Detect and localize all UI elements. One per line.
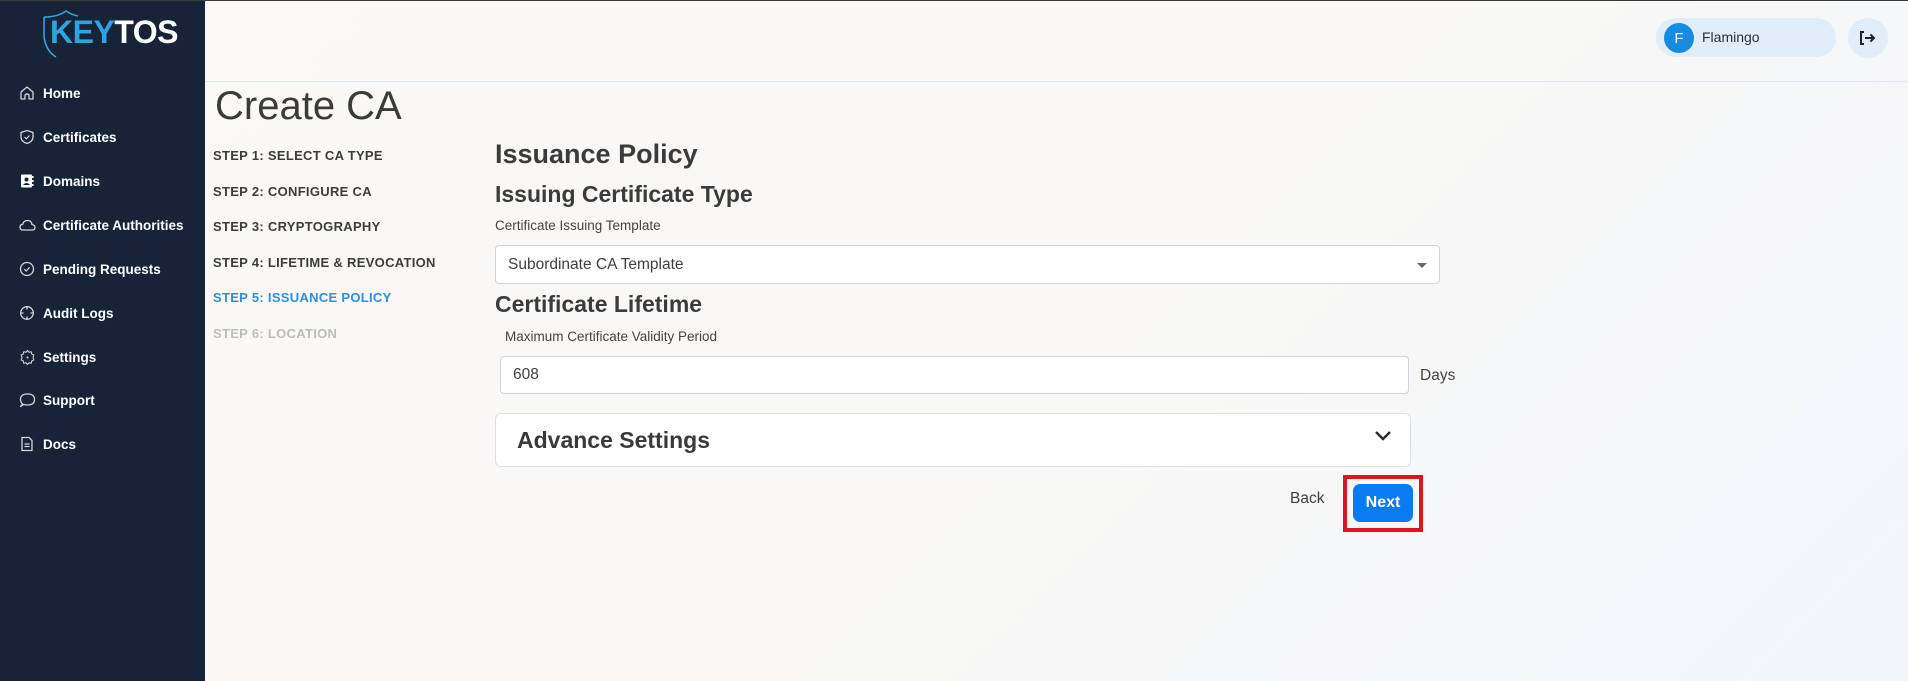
lifetime-heading: Certificate Lifetime [495,291,703,317]
check-circle-icon [18,260,36,278]
advance-settings-title: Advance Settings [517,427,710,453]
logo-key: KEY [50,14,115,50]
logout-icon [1860,31,1876,45]
step-6-disabled: STEP 6: LOCATION [213,326,338,341]
top-header [205,1,1908,82]
sidebar-item-label: Certificate Authorities [43,217,184,233]
sidebar-item-label: Support [43,392,95,408]
sidebar-item-domains[interactable]: Domains [0,161,205,201]
sidebar-item-label: Docs [43,436,77,452]
sidebar-item-docs[interactable]: Docs [0,424,205,464]
back-button[interactable]: Back [1290,490,1324,508]
sidebar-item-home[interactable]: Home [0,73,205,113]
sidebar-item-label: Domains [43,173,101,189]
sidebar-item-pending-requests[interactable]: Pending Requests [0,249,205,289]
page-title: Create CA [215,84,402,128]
sidebar-item-support[interactable]: Support [0,380,205,420]
template-label: Certificate Issuing Template [495,218,661,233]
sidebar-item-certificates[interactable]: Certificates [0,117,205,157]
step-3[interactable]: STEP 3: CRYPTOGRAPHY [213,219,381,234]
logo-tos: TOS [114,14,178,50]
next-button[interactable]: Next [1353,484,1413,522]
step-2[interactable]: STEP 2: CONFIGURE CA [213,184,372,199]
template-select-value: Subordinate CA Template [508,256,684,273]
sidebar-item-certificate-authorities[interactable]: Certificate Authorities [0,205,205,245]
sidebar: KEYTOS Home Certificates Domains Certifi… [0,1,205,681]
sidebar-item-label: Certificates [43,129,117,145]
validity-label: Maximum Certificate Validity Period [505,329,718,344]
sidebar-item-label: Settings [43,349,97,365]
contact-book-icon [18,172,36,190]
user-name: Flamingo [1702,29,1760,45]
advance-settings-accordion[interactable]: Advance Settings [495,413,1411,467]
cloud-icon [18,216,36,234]
sidebar-item-label: Pending Requests [43,261,161,277]
sidebar-item-settings[interactable]: Settings [0,337,205,377]
issuing-type-heading: Issuing Certificate Type [495,181,753,207]
step-5-active[interactable]: STEP 5: ISSUANCE POLICY [213,290,392,305]
chevron-down-icon [1375,431,1391,441]
gear-icon [18,348,36,366]
home-icon [18,84,36,102]
document-icon [18,435,36,453]
logo-text: KEYTOS [50,16,178,48]
step-1[interactable]: STEP 1: SELECT CA TYPE [213,148,383,163]
caret-down-icon [1417,263,1427,268]
step-4[interactable]: STEP 4: LIFETIME & REVOCATION [213,255,436,270]
sidebar-item-label: Audit Logs [43,305,114,321]
user-menu[interactable]: F Flamingo [1656,18,1836,57]
logout-button[interactable] [1848,18,1888,58]
section-title: Issuance Policy [495,139,698,169]
chat-bubble-icon [18,391,36,409]
shield-check-icon [18,128,36,146]
template-select[interactable]: Subordinate CA Template [495,245,1440,284]
validity-unit: Days [1420,367,1456,384]
crosshair-icon [18,304,36,322]
avatar: F [1664,23,1694,53]
sidebar-item-label: Home [43,85,81,101]
sidebar-item-audit-logs[interactable]: Audit Logs [0,293,205,333]
validity-period-input[interactable] [500,356,1409,394]
keytos-logo[interactable]: KEYTOS [38,7,178,59]
